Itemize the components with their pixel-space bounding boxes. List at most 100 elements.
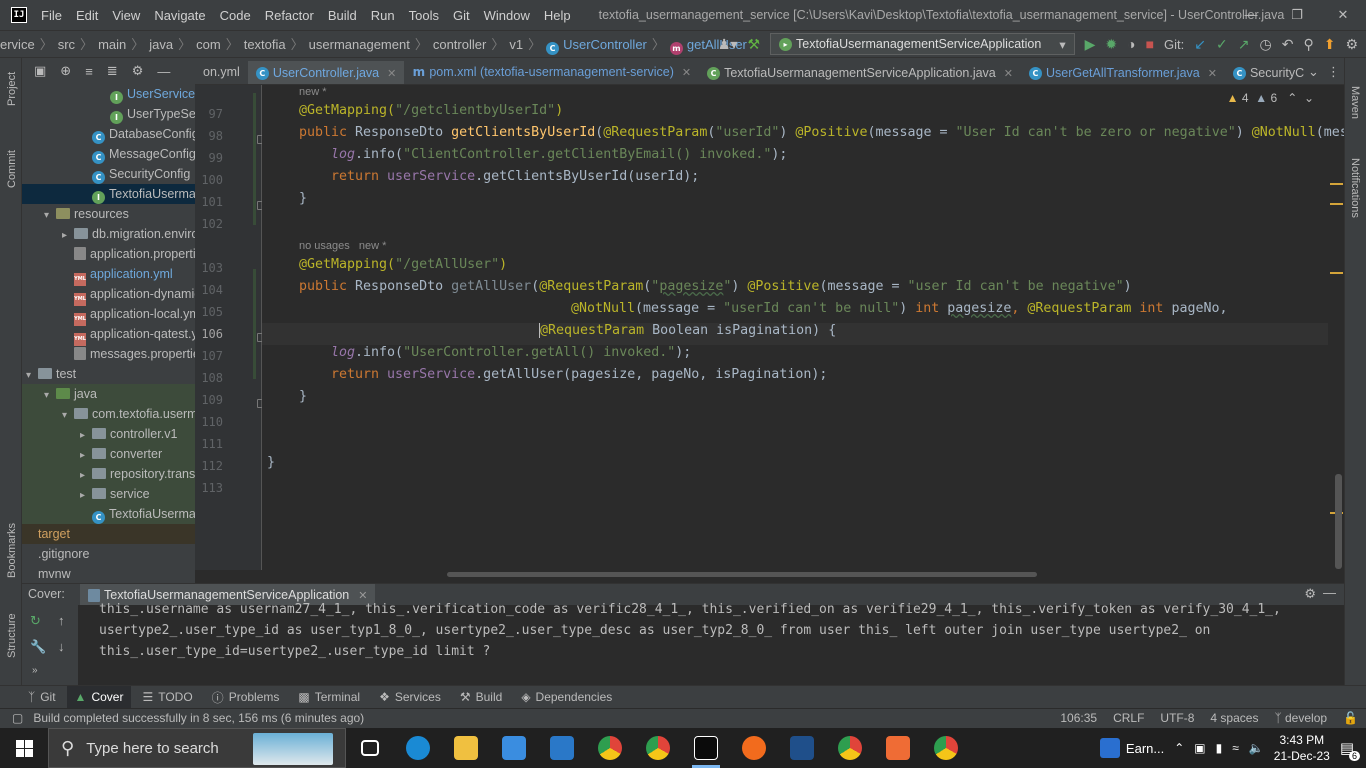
tree-item[interactable]: messages.properties bbox=[22, 344, 195, 364]
tool-window-problems[interactable]: ⓘ Problems bbox=[204, 686, 288, 709]
line-number[interactable]: 99 bbox=[195, 151, 223, 165]
arrow-down-icon[interactable]: ↓ bbox=[58, 639, 65, 654]
close-icon[interactable]: ✕ bbox=[1320, 0, 1366, 30]
chrome-taskbar-icon[interactable] bbox=[586, 728, 634, 768]
chevron-down-icon[interactable]: ▾ bbox=[44, 206, 56, 226]
tool-window-git[interactable]: ᛉ Git bbox=[20, 686, 64, 709]
warning-marker[interactable] bbox=[1330, 183, 1343, 185]
tool-window-dependencies[interactable]: ◈ Dependencies bbox=[513, 686, 620, 709]
line-number[interactable]: 102 bbox=[195, 217, 223, 231]
close-icon[interactable]: ✕ bbox=[1208, 67, 1217, 80]
tree-item[interactable]: ▸ repository.transformer bbox=[22, 464, 195, 484]
menu-edit[interactable]: Edit bbox=[76, 8, 98, 23]
project-tool-button[interactable]: Project bbox=[6, 72, 18, 106]
mail-taskbar-icon[interactable] bbox=[538, 728, 586, 768]
tree-item[interactable]: C MessageConfig bbox=[22, 144, 195, 164]
vertical-scrollbar[interactable] bbox=[1335, 474, 1342, 569]
breadcrumb-item[interactable]: controller bbox=[433, 37, 486, 52]
line-number[interactable]: 112 bbox=[195, 459, 223, 473]
tree-item[interactable]: ▸ db.migration.environment bbox=[22, 224, 195, 244]
editor-tab[interactable]: C UserController.java ✕ bbox=[247, 61, 405, 84]
change-marker[interactable] bbox=[253, 269, 256, 379]
line-number[interactable]: 98 bbox=[195, 129, 223, 143]
tool-window-cover[interactable]: ▲ Cover bbox=[66, 685, 132, 709]
chevron-down-icon[interactable]: ⌄ bbox=[1304, 91, 1314, 105]
settings-icon[interactable]: ⚙ bbox=[1304, 586, 1316, 602]
scrollbar-thumb[interactable] bbox=[447, 572, 1037, 577]
git-branch[interactable]: ᛉ develop bbox=[1274, 711, 1327, 725]
minimize-icon[interactable]: — bbox=[1228, 0, 1274, 30]
indent-setting[interactable]: 4 spaces bbox=[1210, 711, 1258, 725]
tree-item[interactable]: .gitignore bbox=[22, 544, 195, 564]
search-icon[interactable]: ⚲ bbox=[1303, 36, 1313, 53]
menu-view[interactable]: View bbox=[112, 8, 140, 23]
tool-window-services[interactable]: ❖ Services bbox=[371, 686, 449, 709]
code-vision-hint[interactable]: no usages new * bbox=[299, 240, 386, 252]
tree-item[interactable]: mvnw bbox=[22, 564, 195, 583]
tree-item[interactable]: YMLapplication-dynamic.yml bbox=[22, 284, 195, 306]
editor-tab[interactable]: C TextofiaUsermanagementServiceApplicatio… bbox=[699, 60, 1021, 85]
warning-marker[interactable] bbox=[1330, 203, 1343, 205]
code-vision-hint[interactable]: new * bbox=[299, 86, 327, 98]
history-icon[interactable]: ◷ bbox=[1259, 36, 1271, 53]
git-commit-icon[interactable]: ✓ bbox=[1216, 36, 1228, 53]
chevron-right-icon[interactable]: ▸ bbox=[80, 446, 92, 466]
menu-run[interactable]: Run bbox=[371, 8, 395, 23]
hide-icon[interactable]: — bbox=[157, 64, 170, 79]
notification-icon[interactable]: ▤ 6 bbox=[1340, 739, 1360, 761]
line-number[interactable]: 97 bbox=[195, 107, 223, 121]
tree-item[interactable]: ▾ resources bbox=[22, 204, 195, 224]
line-number[interactable]: 111 bbox=[195, 437, 223, 451]
menu-help[interactable]: Help bbox=[544, 8, 571, 23]
menu-code[interactable]: Code bbox=[220, 8, 251, 23]
line-number[interactable]: 107 bbox=[195, 349, 223, 363]
update-icon[interactable]: ⬆ bbox=[1324, 36, 1336, 53]
line-number[interactable]: 108 bbox=[195, 371, 223, 385]
arrow-up-icon[interactable]: ↑ bbox=[58, 613, 65, 628]
line-number[interactable]: 104 bbox=[195, 283, 223, 297]
tree-item[interactable]: ▸ controller.v1 bbox=[22, 424, 195, 444]
chevron-up-icon[interactable]: ⌃ bbox=[1287, 91, 1297, 105]
expand-all-icon[interactable]: ≡ bbox=[85, 64, 93, 79]
app-orange-taskbar-icon[interactable] bbox=[730, 728, 778, 768]
file-explorer-taskbar-icon[interactable] bbox=[442, 728, 490, 768]
restore-icon[interactable]: ❐ bbox=[1274, 0, 1320, 30]
line-number[interactable]: 100 bbox=[195, 173, 223, 187]
chevron-right-icon[interactable]: ▸ bbox=[80, 426, 92, 446]
coverage-icon[interactable]: ◑ bbox=[1127, 36, 1135, 52]
file-encoding[interactable]: UTF-8 bbox=[1160, 711, 1194, 725]
rerun-icon[interactable]: ↻ bbox=[30, 613, 41, 629]
editor-tab[interactable]: C UserGetAllTransformer.java ✕ bbox=[1021, 60, 1225, 85]
line-number[interactable]: 110 bbox=[195, 415, 223, 429]
more-icon[interactable]: ⋮ bbox=[1327, 64, 1340, 80]
line-number[interactable]: 113 bbox=[195, 481, 223, 495]
tool-window-terminal[interactable]: ▩ Terminal bbox=[290, 686, 368, 709]
tree-item[interactable]: I UserService bbox=[22, 84, 195, 104]
line-separator[interactable]: CRLF bbox=[1113, 711, 1144, 725]
commit-tool-button[interactable]: Commit bbox=[6, 150, 18, 188]
wrench-icon[interactable]: 🔧 bbox=[30, 639, 46, 655]
close-icon[interactable]: ✕ bbox=[682, 66, 691, 79]
tree-item[interactable]: ▾ test bbox=[22, 364, 195, 384]
maven-tool-button[interactable]: Maven bbox=[1349, 86, 1361, 119]
git-push-icon[interactable]: ↗ bbox=[1238, 36, 1250, 53]
clock[interactable]: 3:43 PM 21-Dec-23 bbox=[1274, 732, 1330, 764]
menu-build[interactable]: Build bbox=[328, 8, 357, 23]
chrome-profile-taskbar-icon[interactable] bbox=[634, 728, 682, 768]
chevron-down-icon[interactable]: ⌄ bbox=[1308, 64, 1319, 80]
taskbar-search[interactable]: ⚲ Type here to search bbox=[48, 728, 346, 768]
console-output[interactable]: ↻ ↑ 🔧 ↓ » this_.username as usernam27_4_… bbox=[22, 602, 1344, 685]
layout-icon[interactable]: ▣ bbox=[34, 63, 46, 79]
tree-item[interactable]: ▸ converter bbox=[22, 444, 195, 464]
task-view-taskbar-icon[interactable] bbox=[346, 728, 394, 768]
volume-icon[interactable]: 🔈 bbox=[1249, 741, 1264, 755]
menu-tools[interactable]: Tools bbox=[409, 8, 439, 23]
code-editor[interactable]: ▲ 4 ▲ 6 ⌃ ⌄ new * @GetMapping("/getclien… bbox=[262, 85, 1344, 570]
inspection-widget[interactable]: ▲ 4 ▲ 6 ⌃ ⌄ bbox=[1227, 91, 1314, 105]
menu-navigate[interactable]: Navigate bbox=[154, 8, 205, 23]
wifi-icon[interactable]: ≈ bbox=[1232, 741, 1239, 755]
caret-position[interactable]: 106:35 bbox=[1060, 711, 1097, 725]
store-taskbar-icon[interactable] bbox=[490, 728, 538, 768]
status-panel-icon[interactable]: ▢ bbox=[12, 711, 23, 725]
git-update-icon[interactable]: ↙ bbox=[1194, 36, 1206, 53]
